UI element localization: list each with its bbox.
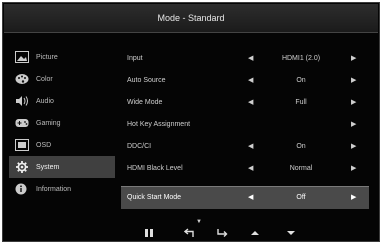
sidebar-item-label: Color <box>36 75 53 83</box>
pause-icon[interactable] <box>144 228 154 240</box>
setting-label: Hot Key Assignment <box>127 121 191 128</box>
sidebar-item-label: Gaming <box>36 119 61 127</box>
sidebar-item-information[interactable]: Information <box>9 178 115 200</box>
menu-title: Mode - Standard <box>4 4 378 33</box>
sidebar-item-audio[interactable]: Audio <box>9 90 115 112</box>
right-arrow-icon[interactable]: ▶ <box>351 76 356 84</box>
setting-value: Off <box>296 194 306 201</box>
setting-value: Full <box>295 99 307 106</box>
setting-row-auto-source[interactable]: Auto Source ◀ On ▶ <box>121 70 369 92</box>
sidebar-item-gaming[interactable]: Gaming <box>9 112 115 134</box>
right-arrow-icon[interactable]: ▶ <box>351 98 356 106</box>
setting-label: Wide Mode <box>127 99 163 106</box>
left-arrow-icon[interactable]: ◀ <box>248 98 253 106</box>
setting-value: HDMI1 (2.0) <box>281 55 321 62</box>
down-arrow-icon[interactable] <box>286 228 296 240</box>
palette-icon <box>15 73 29 85</box>
setting-row-input[interactable]: Input ◀ HDMI1 (2.0) ▶ <box>121 48 369 70</box>
sidebar-item-label: Information <box>36 185 72 193</box>
gear-icon <box>15 161 29 173</box>
setting-value: Normal <box>289 165 313 172</box>
setting-row-hot-key-assignment[interactable]: Hot Key Assignment ▶ <box>121 114 369 136</box>
osd-icon <box>15 139 29 151</box>
sidebar: Picture Color Audio Gaming OSD System In… <box>9 46 115 200</box>
right-arrow-icon[interactable]: ▶ <box>351 54 356 62</box>
setting-label: Auto Source <box>127 77 166 84</box>
up-arrow-icon[interactable] <box>250 228 260 240</box>
info-icon <box>15 183 29 195</box>
scroll-down-indicator-icon: ▼ <box>196 219 202 225</box>
right-arrow-icon[interactable]: ▶ <box>351 120 356 128</box>
setting-row-ddc-ci[interactable]: DDC/CI ◀ On ▶ <box>121 136 369 158</box>
settings-list: Input ◀ HDMI1 (2.0) ▶ Auto Source ◀ On ▶… <box>121 48 369 209</box>
right-arrow-icon[interactable]: ▶ <box>351 164 356 172</box>
sidebar-item-label: Audio <box>36 97 54 105</box>
left-arrow-icon[interactable]: ◀ <box>248 193 253 201</box>
setting-label: HDMI Black Level <box>127 165 183 172</box>
gamepad-icon <box>15 117 29 129</box>
left-arrow-icon[interactable]: ◀ <box>248 164 253 172</box>
sidebar-item-label: Picture <box>36 53 58 61</box>
setting-row-quick-start-mode[interactable]: Quick Start Mode ◀ Off ▶ <box>121 186 369 209</box>
setting-label: Quick Start Mode <box>127 194 182 201</box>
left-arrow-icon[interactable]: ◀ <box>248 76 253 84</box>
sidebar-item-color[interactable]: Color <box>9 68 115 90</box>
sidebar-item-label: OSD <box>36 141 52 149</box>
right-arrow-icon[interactable]: ▶ <box>351 193 356 201</box>
speaker-icon <box>15 95 29 107</box>
sidebar-item-osd[interactable]: OSD <box>9 134 115 156</box>
osd-menu: Mode - Standard Picture Color Audio Gami… <box>2 2 380 242</box>
sidebar-item-label: System <box>36 163 60 171</box>
setting-label: DDC/CI <box>127 143 152 150</box>
sidebar-item-picture[interactable]: Picture <box>9 46 115 68</box>
setting-label: Input <box>127 55 143 62</box>
right-arrow-icon[interactable]: ▶ <box>351 142 356 150</box>
sidebar-item-system[interactable]: System <box>9 156 115 178</box>
left-arrow-icon[interactable]: ◀ <box>248 54 253 62</box>
back-arrow-icon[interactable] <box>183 228 196 240</box>
setting-value: On <box>296 77 306 84</box>
enter-arrow-icon[interactable] <box>216 228 228 240</box>
navigation-bar <box>4 228 378 241</box>
setting-row-hdmi-black-level[interactable]: HDMI Black Level ◀ Normal ▶ <box>121 158 369 180</box>
picture-icon <box>15 51 29 63</box>
setting-row-wide-mode[interactable]: Wide Mode ◀ Full ▶ <box>121 92 369 114</box>
left-arrow-icon[interactable]: ◀ <box>248 142 253 150</box>
setting-value: On <box>296 143 306 150</box>
